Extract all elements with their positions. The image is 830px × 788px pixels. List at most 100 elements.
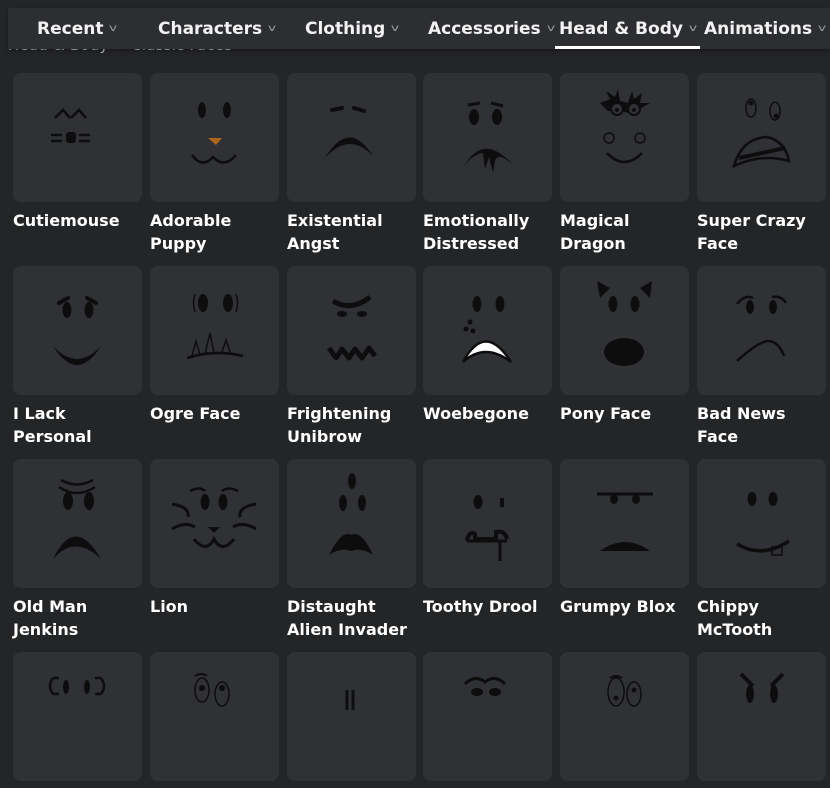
item-card[interactable]: Cutiemouse xyxy=(13,73,142,232)
item-card[interactable]: Woebegone xyxy=(423,266,552,425)
line-mouth-face-icon xyxy=(345,690,355,710)
item-card[interactable]: Magical Dragon xyxy=(560,73,689,255)
item-name[interactable]: Adorable Puppy xyxy=(150,209,282,255)
angry-brow-face-icon xyxy=(739,672,785,703)
chevron-down-icon: v xyxy=(391,23,400,34)
toothy-drool-face-icon xyxy=(465,495,509,561)
chevron-down-icon: v xyxy=(546,23,555,34)
item-card[interactable]: Pony Face xyxy=(560,266,689,425)
item-thumbnail[interactable] xyxy=(150,652,279,781)
item-thumbnail[interactable] xyxy=(13,459,142,588)
chevron-down-icon: v xyxy=(817,23,827,34)
item-name[interactable]: Distaught Alien Invader xyxy=(287,595,419,641)
item-name[interactable]: Old Man Jenkins xyxy=(13,595,145,641)
item-card[interactable]: Distaught Alien Invader xyxy=(287,459,416,641)
item-thumbnail[interactable] xyxy=(423,652,552,781)
item-grid: Cutiemouse Adorable Puppy Existential Angs… xyxy=(0,0,830,781)
item-card[interactable]: Ogre Face xyxy=(150,266,279,425)
item-card[interactable]: Grumpy Blox xyxy=(560,459,689,618)
item-card[interactable] xyxy=(697,652,826,788)
item-thumbnail[interactable] xyxy=(423,73,552,202)
cutiemouse-face-icon xyxy=(51,108,90,143)
category-tabbar: Recent v Characters v Clothing v Accessorie… xyxy=(8,8,830,49)
item-name[interactable]: Cutiemouse xyxy=(13,209,145,232)
item-card[interactable]: Old Man Jenkins xyxy=(13,459,142,641)
item-card[interactable]: Chippy McTooth xyxy=(697,459,826,641)
tab-clothing[interactable]: Clothing v xyxy=(305,8,400,49)
item-card[interactable]: Lion xyxy=(150,459,279,618)
tab-label: Clothing xyxy=(305,18,386,39)
bad-news-face-icon xyxy=(736,295,788,362)
wide-outlined-eyes-face-icon xyxy=(607,675,642,707)
item-card[interactable] xyxy=(13,652,142,788)
item-thumbnail[interactable] xyxy=(423,266,552,395)
tab-label: Animations xyxy=(704,18,813,39)
item-thumbnail[interactable] xyxy=(150,459,279,588)
item-card[interactable]: I Lack Personal xyxy=(13,266,142,448)
item-card[interactable]: Emotionally Distressed xyxy=(423,73,552,255)
item-card[interactable]: Frightening Unibrow xyxy=(287,266,416,448)
tab-head-body[interactable]: Head & Body v xyxy=(555,8,700,49)
chippy-mctooth-face-icon xyxy=(736,492,790,556)
tab-label: Recent xyxy=(37,18,104,39)
item-thumbnail[interactable] xyxy=(560,459,689,588)
item-thumbnail[interactable] xyxy=(423,459,552,588)
item-card[interactable] xyxy=(560,652,689,788)
item-card[interactable] xyxy=(423,652,552,788)
item-card[interactable] xyxy=(287,652,416,788)
tab-characters[interactable]: Characters v xyxy=(158,8,276,49)
item-thumbnail[interactable] xyxy=(13,266,142,395)
tab-accessories[interactable]: Accessories v xyxy=(428,8,555,49)
item-card[interactable]: Bad News Face xyxy=(697,266,826,448)
item-name[interactable]: Existential Angst xyxy=(287,209,419,255)
grumpy-blox-face-icon xyxy=(597,492,653,551)
item-card[interactable]: Adorable Puppy xyxy=(150,73,279,255)
item-card[interactable] xyxy=(150,652,279,788)
item-thumbnail[interactable] xyxy=(697,73,826,202)
item-name[interactable]: Frightening Unibrow xyxy=(287,402,419,448)
item-name[interactable]: Lion xyxy=(150,595,282,618)
tab-animations[interactable]: Animations v xyxy=(704,8,827,49)
item-thumbnail[interactable] xyxy=(560,73,689,202)
tab-label: Accessories xyxy=(428,18,541,39)
arched-brow-face-icon xyxy=(463,677,507,696)
item-name[interactable]: Woebegone xyxy=(423,402,555,425)
tab-recent[interactable]: Recent v xyxy=(37,8,118,49)
item-name[interactable]: Bad News Face xyxy=(697,402,829,448)
item-thumbnail[interactable] xyxy=(697,266,826,395)
bracket-eyes-face-icon xyxy=(48,676,106,696)
item-thumbnail[interactable] xyxy=(560,266,689,395)
item-name[interactable]: I Lack Personal xyxy=(13,402,145,448)
adorable-puppy-face-icon xyxy=(190,102,237,164)
item-thumbnail[interactable] xyxy=(697,652,826,781)
item-thumbnail[interactable] xyxy=(697,459,826,588)
item-name[interactable]: Magical Dragon xyxy=(560,209,692,255)
item-name[interactable]: Pony Face xyxy=(560,402,692,425)
item-thumbnail[interactable] xyxy=(150,266,279,395)
item-card[interactable]: Existential Angst xyxy=(287,73,416,255)
item-name[interactable]: Super Crazy Face xyxy=(697,209,829,255)
item-name[interactable]: Emotionally Distressed xyxy=(423,209,555,255)
item-thumbnail[interactable] xyxy=(150,73,279,202)
item-thumbnail[interactable] xyxy=(287,73,416,202)
existential-angst-face-icon xyxy=(325,106,373,158)
item-thumbnail[interactable] xyxy=(13,652,142,781)
item-thumbnail[interactable] xyxy=(287,459,416,588)
item-thumbnail[interactable] xyxy=(287,652,416,781)
outlined-eyes-face-icon xyxy=(194,673,230,707)
item-thumbnail[interactable] xyxy=(560,652,689,781)
old-man-jenkins-face-icon xyxy=(53,478,101,559)
pony-face-icon xyxy=(597,281,652,366)
item-name[interactable]: Toothy Drool xyxy=(423,595,555,618)
super-crazy-face-icon xyxy=(732,98,791,169)
item-name[interactable]: Grumpy Blox xyxy=(560,595,692,618)
item-name[interactable]: Ogre Face xyxy=(150,402,282,425)
item-name[interactable]: Chippy McTooth xyxy=(697,595,829,641)
item-thumbnail[interactable] xyxy=(13,73,142,202)
item-thumbnail[interactable] xyxy=(287,266,416,395)
lion-face-icon xyxy=(171,487,257,548)
distaught-alien-invader-face-icon xyxy=(329,473,373,555)
tab-label: Head & Body xyxy=(559,18,683,39)
item-card[interactable]: Toothy Drool xyxy=(423,459,552,618)
item-card[interactable]: Super Crazy Face xyxy=(697,73,826,255)
